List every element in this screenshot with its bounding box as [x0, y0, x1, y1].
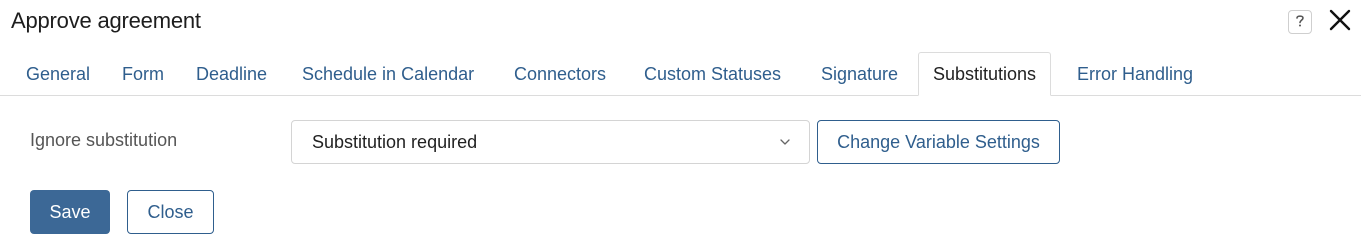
ignore-substitution-select[interactable]: Substitution required [291, 120, 810, 164]
tab-connectors[interactable]: Connectors [514, 52, 606, 96]
close-button[interactable] [1327, 9, 1353, 35]
close-dialog-button[interactable]: Close [127, 190, 214, 234]
chevron-down-icon [779, 135, 791, 153]
tab-signature[interactable]: Signature [821, 52, 898, 96]
tab-substitutions[interactable]: Substitutions [918, 52, 1052, 96]
save-button[interactable]: Save [30, 190, 110, 234]
tab-custom-statuses[interactable]: Custom Statuses [644, 52, 781, 96]
tab-bar: General Form Deadline Schedule in Calend… [0, 52, 1361, 96]
tab-error-handling[interactable]: Error Handling [1077, 52, 1193, 96]
dialog: Approve agreement General Form Deadline … [0, 0, 1361, 241]
help-button[interactable] [1288, 10, 1312, 34]
tab-deadline[interactable]: Deadline [196, 52, 267, 96]
dialog-title: Approve agreement [11, 8, 201, 33]
close-icon [1329, 9, 1351, 36]
select-value: Substitution required [312, 132, 478, 152]
tab-form[interactable]: Form [122, 52, 164, 96]
question-icon [1294, 13, 1306, 32]
tab-general[interactable]: General [26, 52, 90, 96]
ignore-substitution-label: Ignore substitution [30, 130, 178, 150]
tab-schedule-in-calendar[interactable]: Schedule in Calendar [302, 52, 474, 96]
change-variable-settings-button[interactable]: Change Variable Settings [817, 120, 1060, 164]
